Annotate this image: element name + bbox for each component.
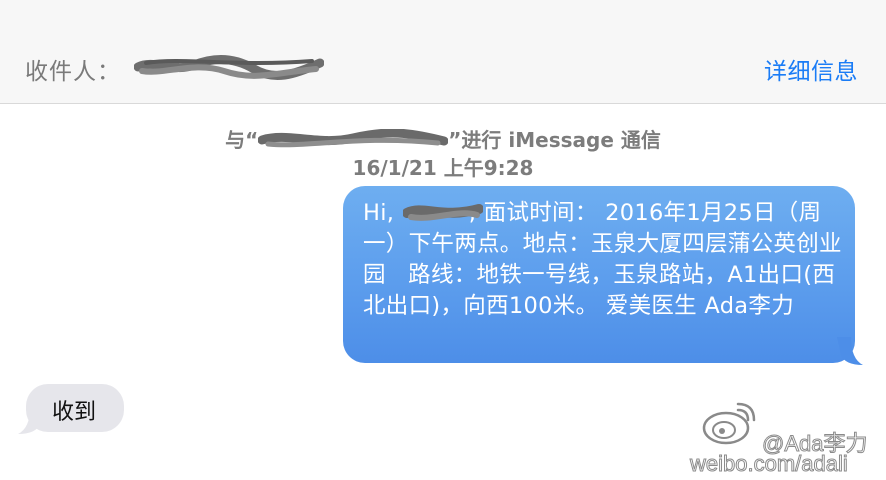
recipient-redacted[interactable]: [134, 53, 324, 81]
contact-redacted: [258, 128, 449, 147]
message-header: 收件人： 详细信息: [0, 0, 886, 104]
service-suffix: ”进行 iMessage 通信: [448, 128, 661, 152]
recipient-label: 收件人：: [25, 59, 121, 85]
weibo-logo-icon: [702, 402, 756, 445]
watermark-url: weibo.com/adali: [690, 451, 849, 477]
details-button[interactable]: 详细信息: [764, 52, 858, 86]
bubble-tail-right: [837, 337, 863, 365]
bubble-tail-left: [18, 408, 44, 434]
incoming-message-text: 收到: [52, 400, 97, 425]
name-redacted: [403, 204, 483, 221]
message-timestamp: 16/1/21 上午9:28: [352, 156, 534, 180]
service-info: 与“ ”进行 iMessage 通信: [0, 124, 886, 153]
incoming-message-bubble[interactable]: 收到: [18, 384, 124, 434]
service-prefix: 与“: [225, 128, 259, 152]
